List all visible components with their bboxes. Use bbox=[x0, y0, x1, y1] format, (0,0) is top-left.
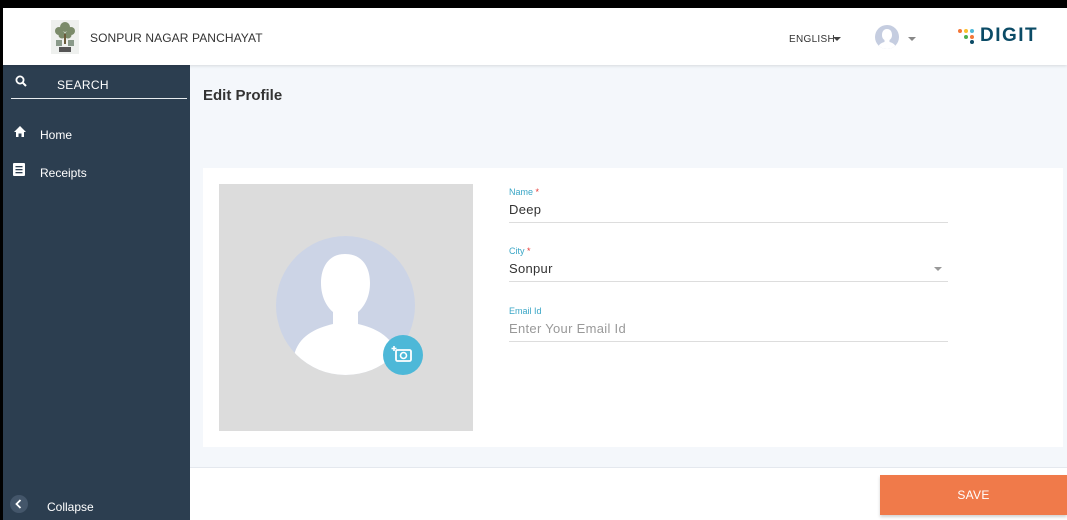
sidebar-collapse-button[interactable]: Collapse bbox=[3, 488, 190, 520]
search-label: SEARCH bbox=[57, 78, 109, 92]
search-icon bbox=[15, 75, 27, 87]
name-field[interactable]: Name * Deep bbox=[509, 187, 948, 223]
digit-logo-dots-icon bbox=[958, 29, 974, 44]
email-field[interactable]: Email Id Enter Your Email Id bbox=[509, 306, 948, 342]
brand-name: SONPUR NAGAR PANCHAYAT bbox=[90, 31, 263, 45]
language-chevron-down-icon[interactable] bbox=[833, 37, 841, 41]
sidebar-item-label: Receipts bbox=[40, 166, 87, 180]
name-input[interactable]: Deep bbox=[509, 202, 541, 217]
top-header: SONPUR NAGAR PANCHAYAT ENGLISH DIGIT bbox=[3, 8, 1067, 65]
required-mark: * bbox=[527, 246, 531, 256]
city-dropdown-arrow-icon[interactable] bbox=[934, 267, 942, 271]
sidebar-item-label: Home bbox=[40, 128, 73, 142]
sidebar-search[interactable]: SEARCH bbox=[11, 65, 187, 99]
page-title: Edit Profile bbox=[203, 87, 283, 104]
collapse-label: Collapse bbox=[47, 500, 94, 514]
user-menu-chevron-down-icon[interactable] bbox=[908, 37, 916, 41]
language-selector[interactable]: ENGLISH bbox=[789, 34, 835, 45]
email-label: Email Id bbox=[509, 306, 542, 316]
profile-card: Name * Deep City * Sonpur Email Id Enter… bbox=[203, 168, 1063, 447]
digit-logo: DIGIT bbox=[980, 25, 1039, 46]
change-photo-button[interactable] bbox=[383, 335, 423, 375]
user-avatar-icon[interactable] bbox=[875, 25, 899, 49]
save-button[interactable]: SAVE bbox=[880, 475, 1067, 515]
app-frame: SONPUR NAGAR PANCHAYAT ENGLISH DIGIT SEA… bbox=[3, 8, 1067, 520]
sidebar: SEARCH Home Receipts Collapse bbox=[3, 65, 190, 520]
name-label: Name * bbox=[509, 187, 540, 197]
home-icon bbox=[14, 126, 26, 137]
required-mark: * bbox=[535, 187, 540, 197]
city-label: City * bbox=[509, 246, 531, 256]
chevron-left-icon bbox=[10, 495, 28, 513]
emblem-logo bbox=[51, 20, 79, 54]
email-input[interactable]: Enter Your Email Id bbox=[509, 321, 626, 336]
city-field[interactable]: City * Sonpur bbox=[509, 246, 948, 282]
sidebar-item-home[interactable]: Home bbox=[3, 118, 190, 148]
profile-photo-area bbox=[219, 184, 473, 431]
receipt-icon bbox=[13, 163, 25, 176]
city-select[interactable]: Sonpur bbox=[509, 261, 553, 276]
add-camera-icon bbox=[391, 346, 412, 362]
sidebar-item-receipts[interactable]: Receipts bbox=[3, 156, 190, 186]
